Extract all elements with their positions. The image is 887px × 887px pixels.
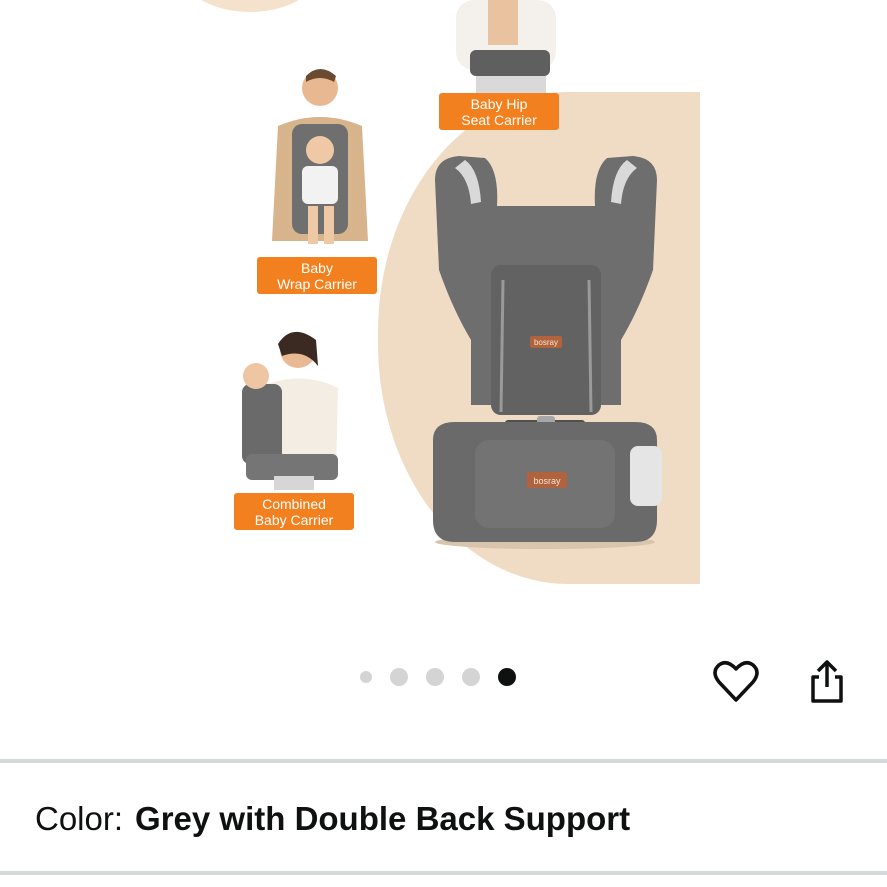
product-image-gallery[interactable]: Baby Hip Seat Carrier Baby Wrap Carrier … bbox=[0, 0, 887, 640]
brand-tag-upper: bosray bbox=[534, 338, 558, 347]
wishlist-button[interactable] bbox=[712, 658, 760, 706]
wrap-carrier-photo bbox=[272, 69, 368, 244]
bottom-divider bbox=[0, 871, 887, 875]
combined-carrier-photo bbox=[242, 331, 338, 490]
image-pagination bbox=[360, 668, 516, 686]
main-carrier-photo: bosray bosray bbox=[433, 156, 662, 549]
share-button[interactable] bbox=[803, 658, 851, 706]
brand-tag-lower: bosray bbox=[533, 476, 561, 486]
share-icon bbox=[811, 660, 843, 703]
pagination-dot-1[interactable] bbox=[360, 671, 372, 683]
pagination-dot-4[interactable] bbox=[462, 668, 480, 686]
color-variant-row[interactable]: Color: Grey with Double Back Support bbox=[35, 800, 630, 838]
hip-seat-photo bbox=[456, 0, 556, 94]
wrap-carrier-label: Baby Wrap Carrier bbox=[257, 257, 377, 294]
section-divider bbox=[0, 759, 887, 763]
peach-circle-decoration bbox=[185, 0, 315, 12]
hip-seat-label: Baby Hip Seat Carrier bbox=[439, 93, 559, 130]
color-value: Grey with Double Back Support bbox=[135, 800, 631, 837]
color-label: Color: bbox=[35, 800, 124, 837]
pagination-dot-3[interactable] bbox=[426, 668, 444, 686]
pagination-dot-5-active[interactable] bbox=[498, 668, 516, 686]
heart-icon bbox=[713, 661, 759, 702]
combined-carrier-label: Combined Baby Carrier bbox=[234, 493, 354, 530]
pagination-dot-2[interactable] bbox=[390, 668, 408, 686]
